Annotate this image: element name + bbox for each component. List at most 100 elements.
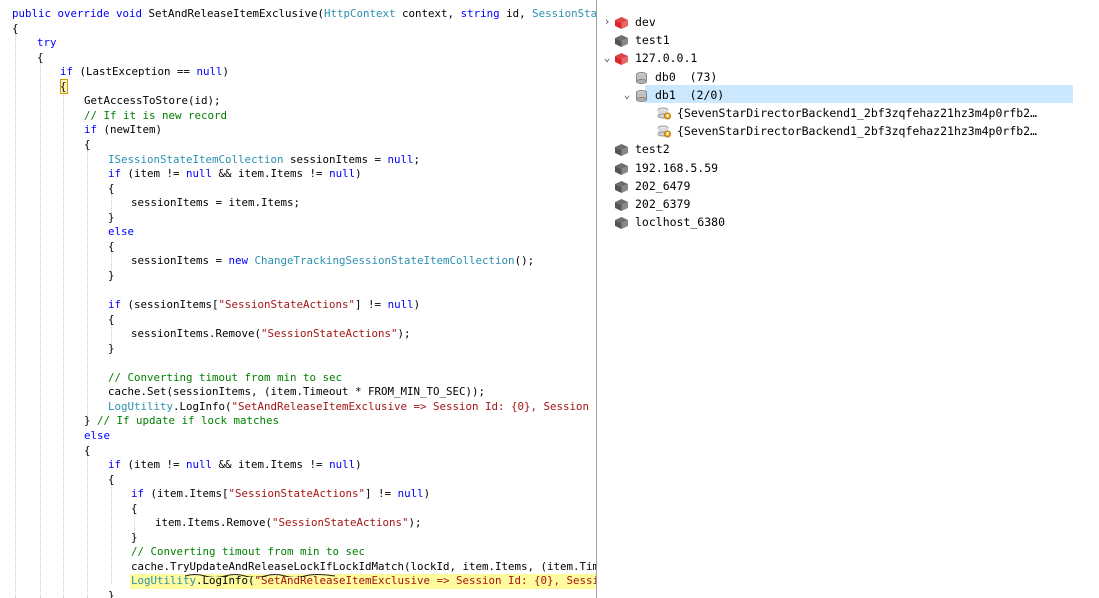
code-line[interactable]: { (108, 240, 115, 255)
code-token: .LogInfo( (173, 399, 232, 413)
code-token: ; (413, 152, 421, 166)
code-line[interactable]: item.Items.Remove("SessionStateActions")… (155, 516, 422, 531)
code-token: { (108, 472, 115, 486)
code-line[interactable]: { (37, 51, 44, 66)
tree-node-label: dev (635, 15, 656, 29)
indent-guide (63, 92, 64, 598)
code-token: sessionItems = (131, 254, 229, 268)
code-line[interactable]: if (item != null && item.Items != null) (108, 167, 362, 182)
code-line[interactable]: if (item != null && item.Items != null) (108, 458, 362, 473)
tree-node[interactable]: dev (615, 13, 656, 31)
code-token: } (108, 589, 115, 598)
redis-server-icon-connected (615, 52, 628, 66)
redis-server-icon-connected (615, 16, 628, 29)
code-token: { (108, 181, 115, 195)
code-line[interactable]: } // If update if lock matches (84, 414, 279, 429)
code-token: null (387, 152, 414, 166)
code-line[interactable]: if (newItem) (84, 123, 162, 138)
code-token: null (397, 487, 424, 501)
tree-node[interactable]: test1 (615, 31, 670, 49)
code-line[interactable]: { (131, 502, 138, 517)
code-line[interactable]: { (84, 138, 91, 153)
code-token: sessionItems = item.Items; (131, 196, 301, 210)
code-token: "SetAndReleaseItemExclusive => Session I… (231, 399, 596, 413)
code-line[interactable]: GetAccessToStore(id); (84, 94, 221, 109)
code-token: ) (222, 65, 230, 79)
code-token: ); (397, 327, 411, 341)
code-token: else (108, 225, 135, 239)
code-token: { (12, 21, 19, 35)
tree-node[interactable]: db1 (2/0) (635, 86, 724, 104)
tree-node[interactable]: 192.168.5.59 (615, 159, 718, 177)
code-line[interactable]: } (108, 269, 115, 284)
indent-guide (111, 484, 112, 584)
code-token: ) (413, 298, 421, 311)
code-line[interactable]: sessionItems.Remove("SessionStateActions… (131, 327, 411, 342)
code-line[interactable]: else (108, 225, 134, 240)
code-token: } (108, 210, 115, 224)
pane-splitter[interactable] (596, 0, 597, 598)
code-line[interactable]: else (84, 429, 110, 444)
code-token: LogUtility (108, 399, 174, 413)
code-token: SetAndReleaseItemExclusive( (148, 7, 325, 20)
code-line[interactable]: if (LastException == null) (60, 65, 229, 80)
code-line[interactable]: { (84, 444, 91, 459)
code-line[interactable]: ISessionStateItemCollection sessionItems… (108, 153, 420, 168)
code-line[interactable]: // If it is new record (84, 109, 227, 124)
tree-node[interactable]: {SevenStarDirectorBackend1_2bf3zqfehaz21… (657, 104, 1037, 122)
code-token: if (131, 487, 145, 501)
code-line[interactable]: { (108, 182, 115, 197)
code-token: { (108, 239, 115, 253)
tree-node[interactable]: db0 (73) (635, 68, 717, 86)
code-line[interactable]: } (108, 589, 115, 598)
code-line[interactable]: { (60, 80, 67, 95)
tree-node[interactable]: 202_6379 (615, 195, 690, 213)
redis-connection-tree[interactable]: › dev test1 ⌄ 127.0.0.1 db0 (73) ⌄ db1 (2/0) {Se… (601, 0, 1099, 598)
code-token: if (60, 65, 74, 79)
tree-node[interactable]: 127.0.0.1 (615, 49, 697, 67)
code-line[interactable]: } (108, 211, 115, 226)
redis-server-icon (615, 216, 628, 230)
code-line[interactable]: { (12, 22, 19, 37)
tree-node-label: test1 (635, 33, 670, 48)
code-line[interactable]: { (108, 473, 115, 488)
code-line[interactable]: public override void SetAndReleaseItemEx… (12, 7, 596, 22)
indent-guide (40, 60, 41, 598)
code-line[interactable]: // Converting timout from min to sec (108, 371, 342, 386)
tree-node-label: {SevenStarDirectorBackend1_2bf3zqfehaz21… (677, 106, 1038, 120)
code-token: ] != (365, 487, 398, 501)
code-token: // Converting timout from min to sec (108, 370, 343, 384)
code-line[interactable]: } (131, 531, 138, 546)
tree-node-label: test2 (635, 142, 670, 157)
code-token: && item.Items != (212, 167, 330, 181)
code-line[interactable]: if (sessionItems["SessionStateActions"] … (108, 298, 420, 313)
code-line[interactable]: sessionItems = new ChangeTrackingSession… (131, 254, 534, 269)
code-line[interactable]: // Converting timout from min to sec (131, 545, 365, 560)
indent-guide (15, 30, 16, 598)
redis-server-icon (615, 180, 628, 193)
indent-guide (87, 150, 88, 420)
tree-node[interactable]: test2 (615, 140, 670, 158)
code-token: } (108, 268, 115, 282)
expand-arrow-icon[interactable]: › (601, 13, 613, 31)
code-line[interactable]: if (item.Items["SessionStateActions"] !=… (131, 487, 430, 502)
tree-node-label: db1 (2/0) (655, 87, 725, 102)
code-token: if (108, 298, 122, 311)
code-token: null (387, 298, 414, 311)
code-line[interactable]: sessionItems = item.Items; (131, 196, 300, 211)
code-token: } (131, 530, 138, 544)
code-token: ); (408, 516, 422, 530)
code-token: } (84, 414, 98, 428)
code-line[interactable]: } (108, 342, 115, 357)
tree-node[interactable]: loclhost_6380 (615, 213, 725, 231)
collapse-arrow-icon[interactable]: ⌄ (601, 49, 613, 67)
code-editor[interactable]: public override void SetAndReleaseItemEx… (0, 0, 596, 598)
tree-node[interactable]: 202_6479 (615, 177, 690, 195)
tree-node[interactable]: {SevenStarDirectorBackend1_2bf3zqfehaz21… (657, 122, 1037, 140)
code-line[interactable]: try (37, 36, 57, 51)
code-line[interactable]: { (108, 313, 115, 328)
code-line[interactable]: cache.Set(sessionItems, (item.Timeout * … (108, 385, 485, 400)
code-token: sessionItems = (283, 152, 388, 166)
code-line[interactable]: LogUtility.LogInfo("SetAndReleaseItemExc… (108, 400, 596, 415)
collapse-arrow-icon[interactable]: ⌄ (621, 86, 633, 104)
